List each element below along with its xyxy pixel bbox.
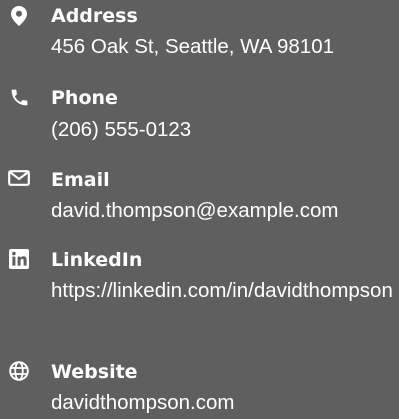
contact-label-website: Website (51, 361, 138, 383)
contact-label-linkedin: LinkedIn (51, 249, 143, 271)
contact-value-phone: (206) 555-0123 (51, 118, 192, 141)
phone-icon (8, 86, 30, 108)
contact-value-email[interactable]: david.thompson@example.com (51, 197, 397, 225)
contact-label-phone: Phone (51, 87, 118, 109)
contact-label-email: Email (51, 169, 110, 191)
map-pin-icon (8, 5, 30, 27)
contact-list: Address 456 Oak St, Seattle, WA 98101 Ph… (0, 0, 399, 419)
envelope-icon (8, 167, 30, 189)
contact-value-website[interactable]: davidthompson.com (51, 389, 397, 417)
globe-icon (8, 360, 30, 382)
linkedin-icon (8, 248, 30, 270)
contact-label-address: Address (51, 5, 138, 27)
contact-value-linkedin[interactable]: https://linkedin.com/in/davidthompson (51, 277, 397, 305)
contact-value-address: 456 Oak St, Seattle, WA 98101 (51, 35, 334, 58)
